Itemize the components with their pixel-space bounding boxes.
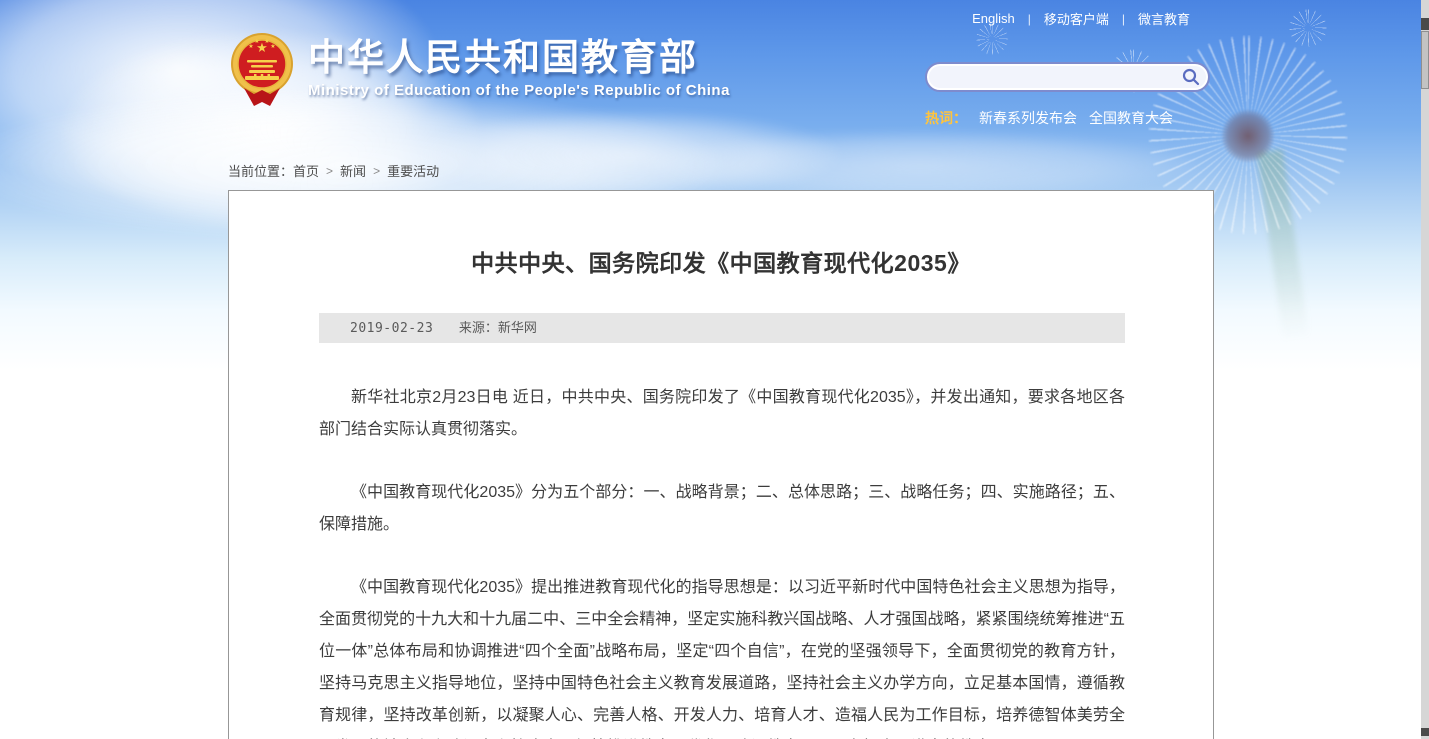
hot-word-link-national-edu-conf[interactable]: 全国教育大会 — [1089, 108, 1173, 128]
svg-text:★: ★ — [270, 43, 275, 50]
top-nav: English | 移动客户端 | 微言教育 — [972, 9, 1190, 28]
svg-text:★: ★ — [248, 43, 253, 50]
scrollbar-thumb[interactable] — [1421, 31, 1429, 89]
dandelion-seed — [1288, 8, 1328, 48]
site-title-chinese: 中华人民共和国教育部 — [308, 36, 730, 80]
svg-text:★: ★ — [254, 38, 259, 45]
article-body: 新华社北京2月23日电 近日，中共中央、国务院印发了《中国教育现代化2035》，… — [319, 382, 1125, 739]
hot-word-link-spring-press[interactable]: 新春系列发布会 — [979, 108, 1077, 128]
article-date: 2019-02-23 — [350, 321, 433, 336]
breadcrumb-home[interactable]: 首页 — [293, 161, 319, 180]
svg-text:★: ★ — [264, 38, 269, 45]
national-emblem-icon: ★ ★ ★ ★ ★ — [230, 32, 294, 110]
article-container: 中共中央、国务院印发《中国教育现代化2035》 2019-02-23 来源：新华… — [228, 190, 1214, 739]
scrollbar-up-button[interactable] — [1421, 18, 1429, 30]
breadcrumb-separator: > — [373, 164, 380, 178]
breadcrumb-important-events[interactable]: 重要活动 — [387, 161, 439, 180]
dandelion-core — [1222, 110, 1274, 162]
breadcrumb-separator: > — [326, 164, 333, 178]
article-paragraph: 《中国教育现代化2035》分为五个部分：一、战略背景；二、总体思路；三、战略任务… — [319, 477, 1125, 541]
nav-separator: | — [1028, 12, 1031, 26]
nav-link-mobile-client[interactable]: 移动客户端 — [1044, 9, 1109, 28]
nav-link-english[interactable]: English — [972, 11, 1015, 26]
site-logo[interactable]: ★ ★ ★ ★ ★ 中华人民共和国教育部 Ministry of Educati… — [230, 32, 730, 110]
hot-words-label: 热词： — [925, 108, 967, 128]
search-icon — [1181, 67, 1201, 87]
vertical-scrollbar[interactable] — [1421, 0, 1429, 739]
article-paragraph: 新华社北京2月23日电 近日，中共中央、国务院印发了《中国教育现代化2035》，… — [319, 382, 1125, 446]
breadcrumb-news[interactable]: 新闻 — [340, 161, 366, 180]
site-titles: 中华人民共和国教育部 Ministry of Education of the … — [308, 32, 730, 110]
search-input[interactable] — [927, 64, 1174, 90]
article-source: 新华网 — [498, 320, 537, 335]
breadcrumb-label: 当前位置： — [228, 161, 293, 180]
search-box[interactable] — [925, 62, 1210, 92]
scrollbar-down-button[interactable] — [1421, 728, 1429, 736]
nav-link-weiyan-jiaoyu[interactable]: 微言教育 — [1138, 9, 1190, 28]
article-title: 中共中央、国务院印发《中国教育现代化2035》 — [229, 244, 1213, 278]
article-source-label: 来源： — [459, 320, 498, 335]
search-button[interactable] — [1174, 64, 1208, 90]
nav-separator: | — [1122, 12, 1125, 26]
site-title-english: Ministry of Education of the People's Re… — [308, 82, 730, 99]
article-meta-bar: 2019-02-23 来源：新华网 — [319, 313, 1125, 343]
article-paragraph: 《中国教育现代化2035》提出推进教育现代化的指导思想是：以习近平新时代中国特色… — [319, 572, 1125, 739]
hot-words-bar: 热词： 新春系列发布会 全国教育大会 — [925, 108, 1173, 128]
breadcrumb: 当前位置： 首页 > 新闻 > 重要活动 — [228, 161, 439, 180]
